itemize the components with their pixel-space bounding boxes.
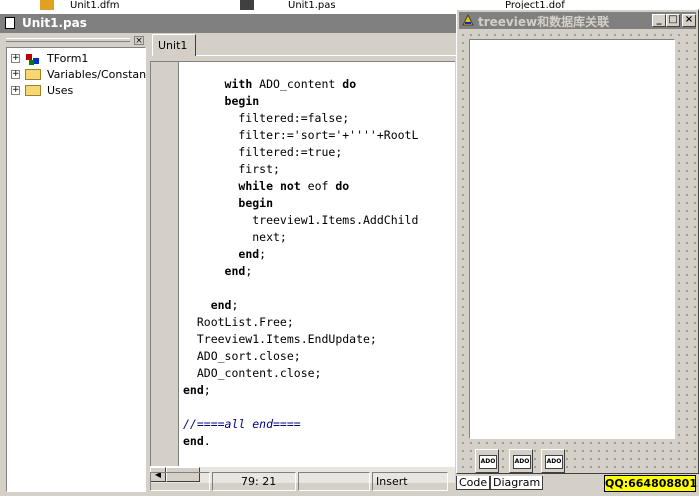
code-line: begin (224, 94, 260, 108)
code-line: end; (183, 383, 211, 397)
ado-query-icon: ADO (545, 455, 563, 469)
code-line: //====all end==== (183, 417, 301, 431)
ado-connection-component[interactable]: ADO (475, 449, 499, 473)
folder-icon (25, 69, 41, 80)
insert-mode: Insert (372, 472, 448, 491)
code-line: end; (224, 264, 253, 278)
form-client-area[interactable]: ADO ADO ADO (459, 31, 696, 473)
code-line: end; (238, 247, 267, 261)
view-tabs: Code Diagram (452, 476, 552, 490)
editor-title-bar[interactable]: Unit1.pas (0, 14, 460, 33)
treeview1[interactable] (469, 39, 675, 439)
form-designer-window: treeview和数据库关联 _ □ × ADO ADO ADO (456, 9, 699, 474)
desktop-item-unit1-dfm[interactable]: Unit1.dfm (70, 0, 120, 11)
tree-node-label: TForm1 (47, 52, 89, 65)
maximize-button[interactable]: □ (666, 14, 680, 27)
code-line: first; (183, 162, 280, 176)
desktop-item-unit1-pas[interactable]: Unit1.pas (288, 0, 336, 11)
tree-node-tform1[interactable]: + TForm1 (11, 51, 143, 67)
tree-node-uses[interactable]: + Uses (11, 83, 143, 99)
ado-query-icon: ADO (513, 455, 531, 469)
code-line: ADO_sort.close; (183, 349, 301, 363)
tree-node-label: Uses (47, 84, 74, 97)
tab-unit1[interactable]: Unit1 (152, 34, 196, 56)
code-explorer[interactable]: + TForm1 + Variables/Constants + Uses (6, 47, 156, 492)
class-icon (26, 54, 39, 65)
form-title: treeview和数据库关联 (478, 15, 610, 29)
code-line: end; (210, 298, 239, 312)
code-area[interactable]: with ADO_content do begin filtered:=fals… (150, 61, 455, 467)
code-line: filtered:=true; (183, 145, 343, 159)
code-line: ADO_content.close; (183, 366, 322, 380)
close-button[interactable]: × (682, 14, 696, 27)
cursor-position: 79: 21 (212, 472, 296, 491)
tree-node-variables-constants[interactable]: + Variables/Constants (11, 67, 156, 83)
editor-title: Unit1.pas (22, 16, 87, 30)
file-icon (240, 0, 254, 10)
form-title-bar[interactable]: treeview和数据库关联 _ □ × (459, 12, 696, 29)
tab-label: Unit1 (158, 39, 188, 52)
watermark: QQ:664808801 (604, 475, 697, 492)
ado-connection-icon: ADO (479, 455, 497, 469)
minimize-button[interactable]: _ (652, 14, 666, 27)
code-line: filtered:=false; (183, 111, 350, 125)
expand-icon[interactable]: + (11, 70, 20, 79)
explorer-grip[interactable] (6, 38, 130, 42)
ado-sort-component[interactable]: ADO (509, 449, 533, 473)
explorer-close-button[interactable]: × (134, 36, 144, 46)
status-panel-modified (150, 472, 210, 491)
tree-node-label: Variables/Constants (47, 68, 157, 81)
tab-divider (196, 55, 460, 56)
code-line: end. (183, 434, 211, 448)
code-line: begin (238, 196, 274, 210)
editor-gutter[interactable] (151, 62, 179, 467)
code-line: with ADO_content do (224, 77, 357, 91)
document-icon (5, 17, 15, 29)
folder-icon (25, 85, 41, 96)
expand-icon[interactable]: + (11, 54, 20, 63)
file-icon (40, 0, 54, 10)
status-panel-blank (298, 472, 370, 491)
code-editor-window: Unit1.pas × + TForm1 + Variables/Constan… (0, 14, 460, 496)
code-line: filter:='sort='+''''+RootL (183, 128, 419, 142)
code-line: next; (183, 230, 287, 244)
tab-code[interactable]: Code (456, 476, 491, 490)
code-line: while not eof do (238, 179, 350, 193)
form-app-icon (462, 14, 474, 26)
tab-diagram[interactable]: Diagram (490, 476, 544, 490)
code-line: Treeview1.Items.EndUpdate; (183, 332, 377, 346)
code-line: RootList.Free; (183, 315, 294, 329)
ado-content-component[interactable]: ADO (541, 449, 565, 473)
code-line: treeview1.Items.AddChild (183, 213, 419, 227)
status-bar: 79: 21 Insert (150, 472, 460, 492)
expand-icon[interactable]: + (11, 86, 20, 95)
